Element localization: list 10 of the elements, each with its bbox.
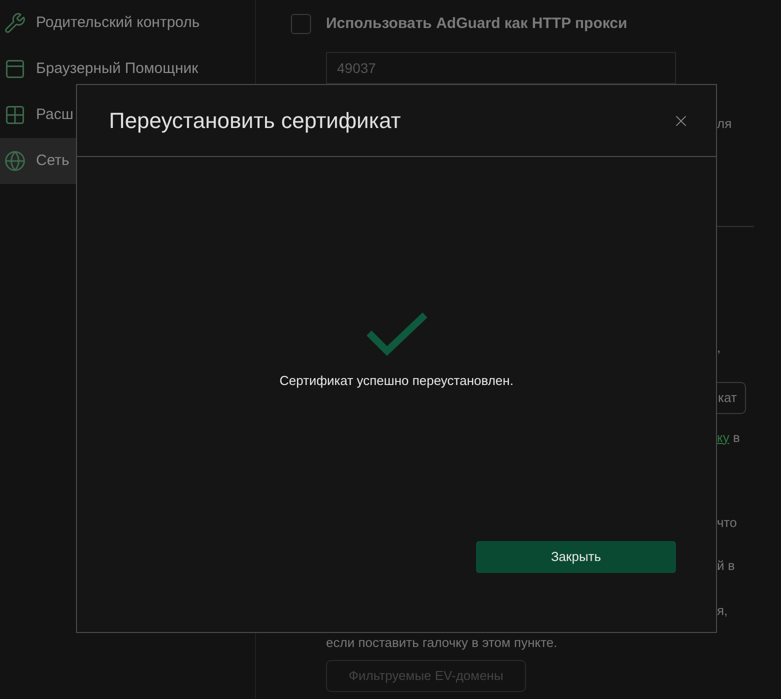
- text-fragment: я,: [717, 602, 728, 620]
- dialog-title: Переустановить сертификат: [109, 107, 401, 135]
- proxy-label: Использовать AdGuard как HTTP прокси: [326, 14, 628, 34]
- text-fragment: что: [717, 514, 737, 532]
- text-fragment: в: [732, 428, 740, 446]
- note-text: если поставить галочку в этом пункте.: [326, 634, 558, 652]
- text-fragment: ,: [717, 339, 721, 357]
- text-fragment: й в: [717, 556, 735, 574]
- text-fragment: ля: [717, 114, 732, 132]
- success-message: Сертификат успешно переустановлен.: [280, 372, 514, 390]
